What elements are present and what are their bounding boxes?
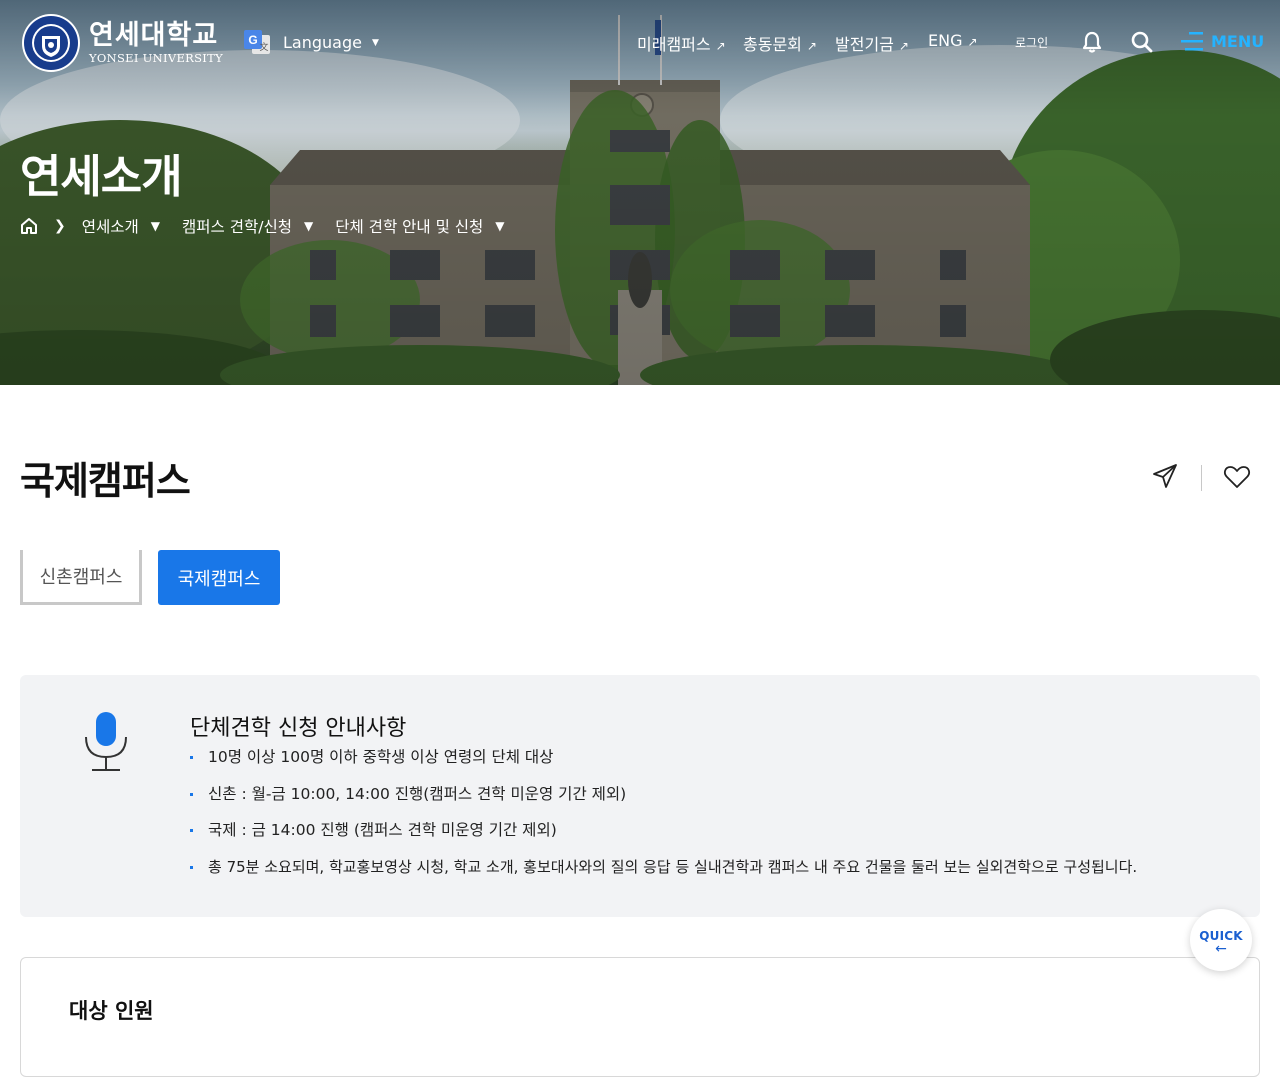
login-link[interactable]: 로그인 xyxy=(1015,34,1048,51)
bullet xyxy=(190,792,193,796)
hero-title: 연세소개 xyxy=(20,150,183,203)
nav-item-alumni[interactable]: 총동문회 ↗ xyxy=(743,31,817,55)
notice-list: 10명 이상 100명 이하 중학생 이상 연령의 단체 대상 신촌 : 월-금… xyxy=(190,744,1137,890)
list-item: 총 75분 소요되며, 학교홍보영상 시청, 학교 소개, 홍보대사와의 질의 … xyxy=(190,854,1137,891)
google-translate-icon: G 文 xyxy=(244,30,270,54)
hero-banner: 연세대학교 YONSEI UNIVERSITY G 文 Language ▼ 미… xyxy=(0,0,1280,385)
list-item-text: 10명 이상 100명 이하 중학생 이상 연령의 단체 대상 xyxy=(208,748,554,766)
quick-menu-button[interactable]: QUICK ← xyxy=(1190,909,1252,971)
external-link-icon: ↗ xyxy=(898,39,909,53)
nav-item-label: ENG xyxy=(928,31,963,50)
nav-item-development-fund[interactable]: 발전기금 ↗ xyxy=(835,31,909,55)
tab-sinchon-campus[interactable]: 신촌캠퍼스 xyxy=(20,550,142,605)
notice-title: 단체견학 신청 안내사항 xyxy=(190,716,407,741)
heart-icon[interactable] xyxy=(1223,463,1251,491)
breadcrumb-item-about[interactable]: 연세소개 xyxy=(82,215,139,237)
yonsei-emblem-icon xyxy=(22,14,80,72)
list-item: 신촌 : 월-금 10:00, 14:00 진행(캠퍼스 견학 미운영 기간 제… xyxy=(190,781,1137,818)
nav-item-label: 미래캠퍼스 xyxy=(637,35,711,54)
list-item: 10명 이상 100명 이하 중학생 이상 연령의 단체 대상 xyxy=(190,744,1137,781)
bullet xyxy=(190,829,193,832)
nav-item-mirae-campus[interactable]: 미래캠퍼스 ↗ xyxy=(637,31,726,55)
chevron-down-icon[interactable]: ▼ xyxy=(495,219,504,233)
university-logo[interactable]: 연세대학교 YONSEI UNIVERSITY xyxy=(20,12,223,74)
nav-item-label: 총동문회 xyxy=(743,35,802,54)
tab-label: 신촌캠퍼스 xyxy=(39,567,123,588)
microphone-icon xyxy=(85,712,127,771)
menu-button[interactable]: MENU xyxy=(1181,31,1264,51)
language-label: Language xyxy=(283,33,362,52)
page-title: 국제캠퍼스 xyxy=(20,459,191,503)
list-item-text: 신촌 : 월-금 10:00, 14:00 진행(캠퍼스 견학 미운영 기간 제… xyxy=(208,784,627,803)
caret-down-icon: ▼ xyxy=(371,37,379,48)
arrow-left-icon: ← xyxy=(1215,941,1227,957)
external-link-icon: ↗ xyxy=(967,35,978,49)
bell-icon[interactable] xyxy=(1081,30,1103,54)
logo-korean-name: 연세대학교 xyxy=(89,20,219,51)
language-selector[interactable]: G 文 Language ▼ xyxy=(244,30,379,55)
list-item-text: 총 75분 소요되며, 학교홍보영상 시청, 학교 소개, 홍보대사와의 질의 … xyxy=(208,857,1138,876)
chevron-right-icon: ❯ xyxy=(54,218,66,234)
svg-text:G: G xyxy=(248,33,257,47)
breadcrumb: ❯ 연세소개 ▼ 캠퍼스 견학/신청 ▼ 단체 견학 안내 및 신청 ▼ xyxy=(20,214,527,238)
chevron-down-icon[interactable]: ▼ xyxy=(304,219,313,233)
external-link-icon: ↗ xyxy=(715,39,726,53)
list-item-text: 국제 : 금 14:00 진행 (캠퍼스 견학 미운영 기간 제외) xyxy=(208,821,557,839)
breadcrumb-item-group-tour[interactable]: 단체 견학 안내 및 신청 xyxy=(335,215,483,237)
tab-international-campus[interactable]: 국제캠퍼스 xyxy=(158,550,280,605)
svg-text:文: 文 xyxy=(259,41,268,53)
share-icon[interactable] xyxy=(1151,462,1179,490)
nav-item-label: 발전기금 xyxy=(835,35,894,54)
nav-item-eng[interactable]: ENG ↗ xyxy=(928,31,978,50)
bullet xyxy=(190,865,193,869)
target-section-title: 대상 인원 xyxy=(69,999,154,1023)
search-icon[interactable] xyxy=(1131,31,1153,53)
home-icon[interactable] xyxy=(20,217,38,235)
hamburger-icon xyxy=(1181,32,1203,51)
external-link-icon: ↗ xyxy=(806,39,817,53)
target-section xyxy=(20,957,1260,1077)
logo-english-name: YONSEI UNIVERSITY xyxy=(89,51,223,65)
list-item: 국제 : 금 14:00 진행 (캠퍼스 견학 미운영 기간 제외) xyxy=(190,817,1137,854)
menu-label: MENU xyxy=(1211,31,1265,51)
tab-label: 국제캠퍼스 xyxy=(177,568,261,590)
breadcrumb-item-campus-tour[interactable]: 캠퍼스 견학/신청 xyxy=(182,215,292,237)
icon-divider xyxy=(1201,465,1202,491)
chevron-down-icon[interactable]: ▼ xyxy=(151,219,160,233)
bullet xyxy=(190,756,193,759)
